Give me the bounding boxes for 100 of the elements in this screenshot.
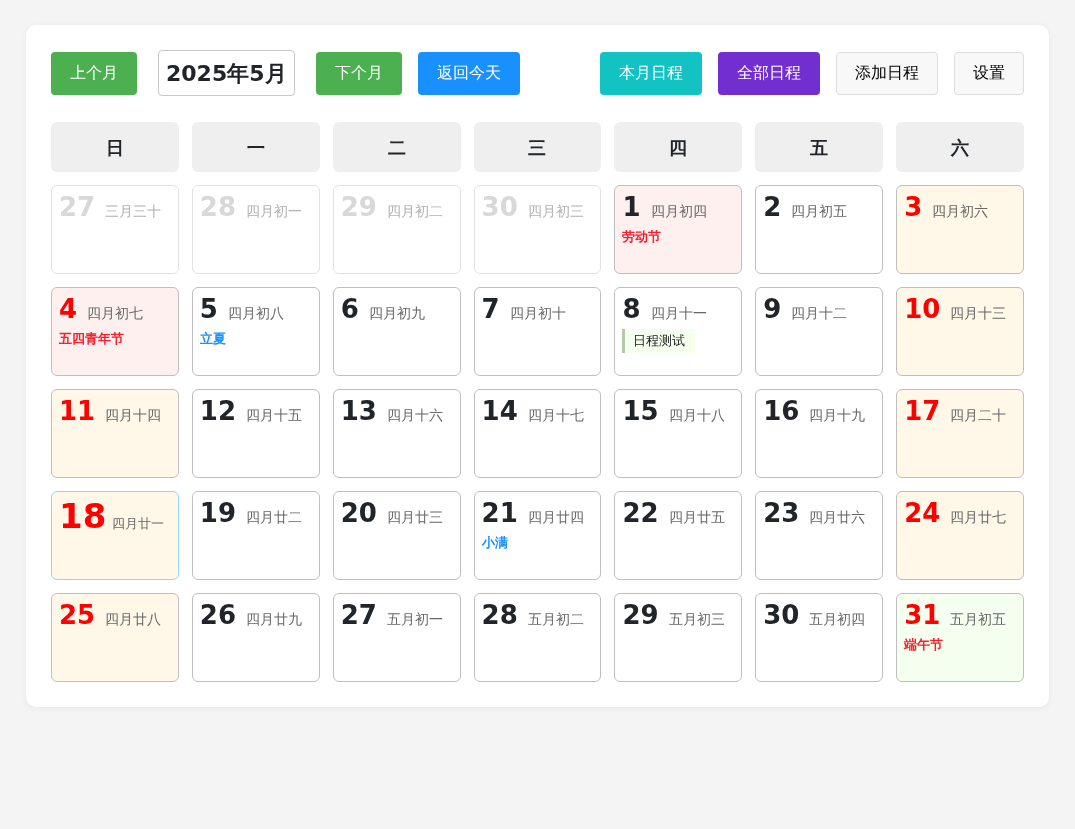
day-number: 11 <box>59 396 96 428</box>
day-number: 27 <box>340 600 377 632</box>
lunar-date: 四月初九 <box>368 304 425 323</box>
day-number: 21 <box>481 498 518 530</box>
day-number: 8 <box>622 294 641 326</box>
day-number: 22 <box>622 498 659 530</box>
day-number: 19 <box>199 498 237 530</box>
day-cell[interactable]: 24 四月廿七 <box>896 491 1024 580</box>
day-number: 1 <box>622 192 641 224</box>
day-cell[interactable]: 2 四月初五 <box>755 185 884 274</box>
lunar-date: 四月初五 <box>791 202 848 221</box>
day-cell[interactable]: 27 五月初一 <box>332 593 461 682</box>
day-number: 10 <box>904 294 941 326</box>
day-cell[interactable]: 23 四月廿六 <box>755 491 884 580</box>
day-number: 13 <box>340 396 377 428</box>
day-number: 18 <box>59 498 107 536</box>
day-cell[interactable]: 3 四月初六 <box>896 185 1024 274</box>
day-number: 28 <box>481 600 518 632</box>
day-cell[interactable]: 20 四月廿三 <box>332 491 461 580</box>
lunar-date: 四月初三 <box>527 202 584 221</box>
day-number: 24 <box>904 498 941 530</box>
toolbar-button[interactable]: 设置 <box>954 51 1024 95</box>
day-number: 25 <box>59 600 96 632</box>
lunar-date: 四月十五 <box>246 406 303 425</box>
lunar-date: 四月初八 <box>227 304 284 323</box>
day-cell[interactable]: 21 四月廿四 小满 <box>473 491 602 580</box>
lunar-date: 四月十七 <box>527 406 584 425</box>
day-number: 7 <box>481 294 500 326</box>
weekday-header: 一 <box>191 122 320 172</box>
day-cell[interactable]: 29 五月初三 <box>614 593 743 682</box>
festival-label: 五四青年节 <box>59 330 124 349</box>
day-number: 29 <box>622 600 659 632</box>
lunar-date: 五月初五 <box>950 610 1007 629</box>
lunar-date: 四月十四 <box>105 406 162 425</box>
day-cell[interactable]: 1 四月初四 劳动节 <box>614 185 743 274</box>
day-cell[interactable]: 10 四月十三 <box>896 287 1024 376</box>
day-cell[interactable]: 25 四月廿八 <box>51 593 179 682</box>
day-cell[interactable]: 18 四月廿一 <box>51 491 179 580</box>
day-cell[interactable]: 14 四月十七 <box>473 389 602 478</box>
lunar-date: 四月初二 <box>386 202 443 221</box>
day-cell[interactable]: 26 四月廿九 <box>191 593 320 682</box>
lunar-date: 四月十六 <box>386 406 443 425</box>
weekday-header: 六 <box>896 122 1024 172</box>
lunar-date: 四月初四 <box>650 202 707 221</box>
day-cell[interactable]: 11 四月十四 <box>51 389 179 478</box>
lunar-date: 四月初一 <box>246 202 303 221</box>
day-cell[interactable]: 28 五月初二 <box>473 593 602 682</box>
day-number: 2 <box>763 192 782 224</box>
lunar-date: 五月初三 <box>668 610 725 629</box>
day-cell[interactable]: 16 四月十九 <box>755 389 884 478</box>
lunar-date: 四月廿四 <box>527 508 584 527</box>
day-cell[interactable]: 31 五月初五 端午节 <box>896 593 1024 682</box>
day-cell[interactable]: 8 四月十一 日程测试 <box>614 287 743 376</box>
day-number: 26 <box>199 600 237 632</box>
lunar-date: 四月廿二 <box>246 508 303 527</box>
day-number: 12 <box>199 396 237 428</box>
lunar-date: 四月廿七 <box>950 508 1007 527</box>
day-cell[interactable]: 15 四月十八 <box>614 389 743 478</box>
lunar-date: 五月初二 <box>527 610 584 629</box>
day-cell[interactable]: 22 四月廿五 <box>614 491 743 580</box>
lunar-date: 四月十二 <box>791 304 848 323</box>
event-chip[interactable]: 日程测试 <box>622 329 696 353</box>
weekday-header: 日 <box>51 122 179 172</box>
toolbar-button[interactable]: 添加日程 <box>836 51 938 95</box>
month-title: 2025年5月 <box>158 50 295 96</box>
day-number: 30 <box>763 600 800 632</box>
weekday-header: 三 <box>473 122 602 172</box>
day-cell[interactable]: 4 四月初七 五四青年节 <box>51 287 179 376</box>
lunar-date: 四月廿三 <box>386 508 443 527</box>
weekday-header: 五 <box>755 122 884 172</box>
day-cell[interactable]: 6 四月初九 <box>332 287 461 376</box>
day-cell[interactable]: 12 四月十五 <box>191 389 320 478</box>
day-number: 5 <box>199 294 218 326</box>
lunar-date: 三月三十 <box>105 202 162 221</box>
toolbar-button[interactable]: 全部日程 <box>718 51 820 95</box>
lunar-date: 四月十九 <box>809 406 866 425</box>
day-number: 4 <box>59 294 78 326</box>
day-cell[interactable]: 9 四月十二 <box>755 287 884 376</box>
day-cell[interactable]: 19 四月廿二 <box>191 491 320 580</box>
day-number: 3 <box>904 192 923 224</box>
day-number: 15 <box>622 396 659 428</box>
lunar-date: 四月二十 <box>950 406 1007 425</box>
lunar-date: 四月初六 <box>932 202 989 221</box>
day-cell[interactable]: 30 五月初四 <box>755 593 884 682</box>
day-number: 31 <box>904 600 941 632</box>
day-cell[interactable]: 5 四月初八 立夏 <box>191 287 320 376</box>
lunar-date: 五月初四 <box>809 610 866 629</box>
festival-label: 端午节 <box>904 636 944 655</box>
lunar-date: 四月初十 <box>509 304 566 323</box>
day-cell[interactable]: 13 四月十六 <box>332 389 461 478</box>
lunar-date: 四月廿九 <box>246 610 303 629</box>
day-number: 17 <box>904 396 941 428</box>
lunar-date: 四月廿八 <box>105 610 162 629</box>
day-cell[interactable]: 7 四月初十 <box>473 287 602 376</box>
day-number: 9 <box>763 294 782 326</box>
solar-term-label: 立夏 <box>199 330 226 349</box>
lunar-date: 四月廿五 <box>668 508 725 527</box>
weekday-header: 四 <box>614 122 743 172</box>
day-number: 6 <box>340 294 359 326</box>
day-cell[interactable]: 17 四月二十 <box>896 389 1024 478</box>
